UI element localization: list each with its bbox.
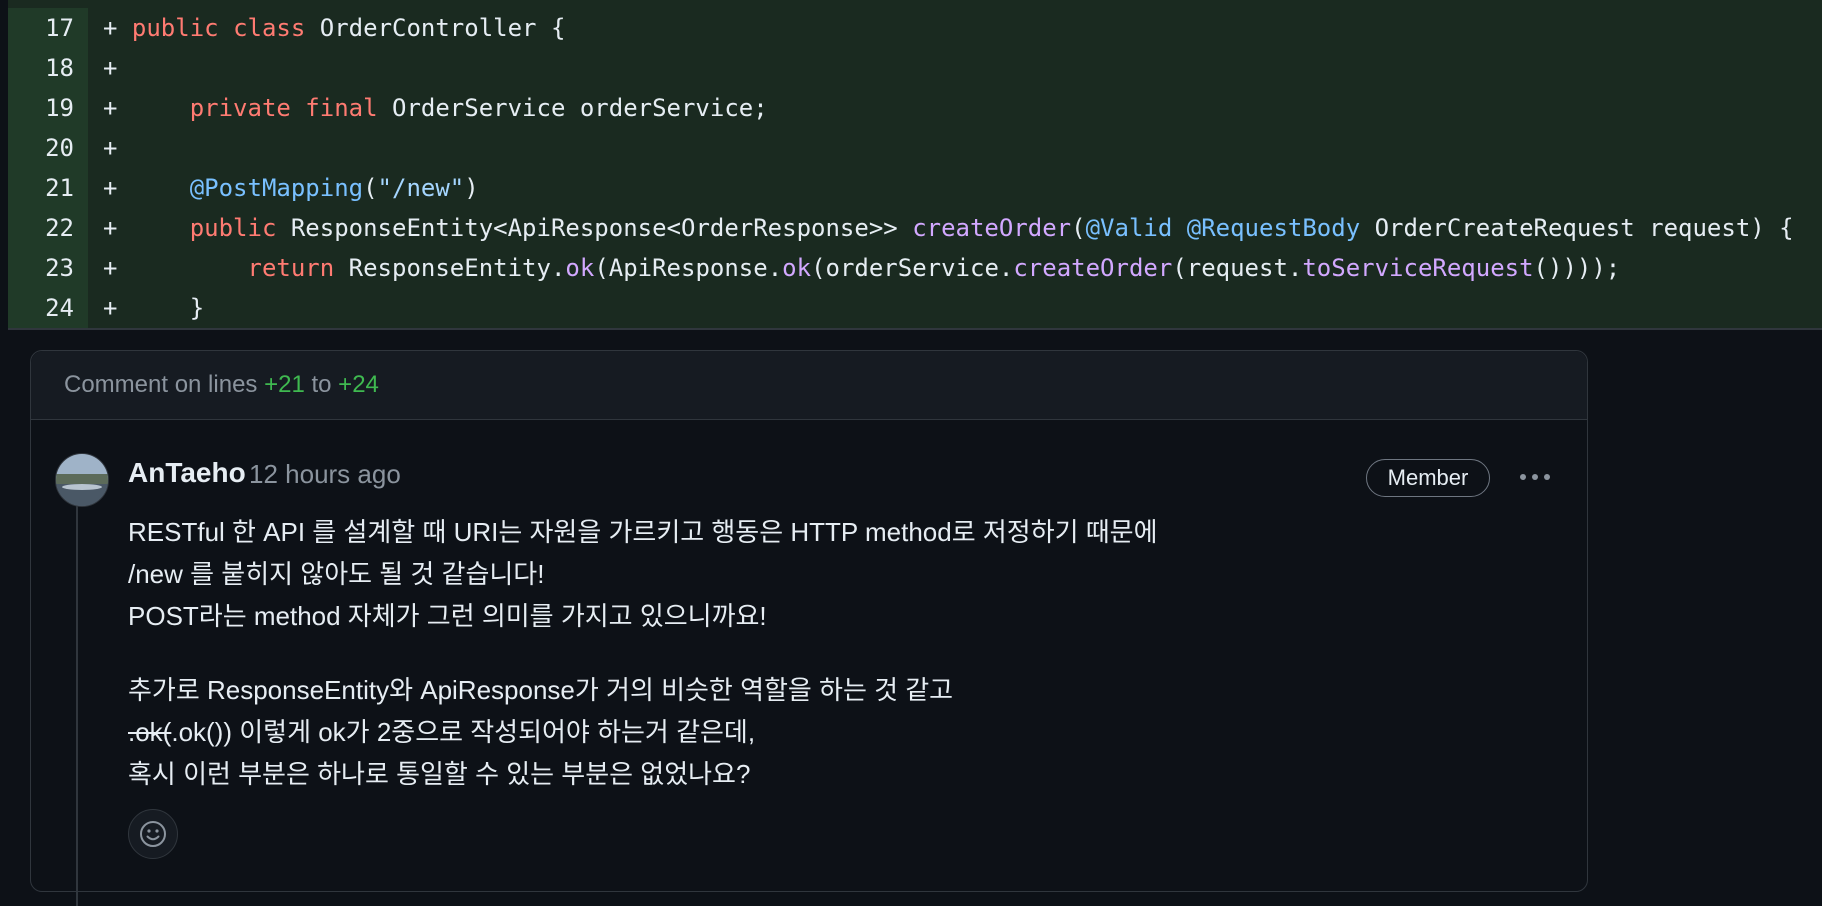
diff-line: 22 + public ResponseEntity<ApiResponse<Or… (8, 208, 1822, 248)
code-line: + @PostMapping("/new") (103, 168, 479, 208)
code-line: + public ResponseEntity<ApiResponse<Orde… (103, 208, 1794, 248)
code-token: toServiceRequest (1302, 254, 1534, 282)
strikethrough-text: .ok( (128, 717, 172, 747)
more-dot (1544, 474, 1550, 480)
code-token: @PostMapping (189, 174, 364, 202)
line-number[interactable]: 18 (8, 48, 88, 88)
timeline-line (76, 486, 78, 906)
smiley-icon[interactable] (128, 809, 178, 859)
code-token: ( (1071, 214, 1086, 242)
code-token: private (189, 94, 306, 122)
more-dot (1520, 474, 1526, 480)
code-token: @RequestBody (1186, 214, 1375, 242)
comment-line: RESTful 한 API 를 설계할 때 URI는 자원을 가르키고 행동은 … (128, 517, 1158, 547)
comment-paragraph: RESTful 한 API 를 설계할 때 URI는 자원을 가르키고 행동은 … (128, 511, 1528, 637)
diff-line: 18 + (8, 48, 1822, 88)
more-dot (1532, 474, 1538, 480)
code-token: (request. (1172, 254, 1303, 282)
line-number[interactable]: 20 (8, 128, 88, 168)
kebab-horizontal-icon[interactable] (1511, 459, 1559, 495)
diff-marker: + (103, 214, 118, 242)
code-token: createOrder (1013, 254, 1173, 282)
code-token: ok (782, 254, 812, 282)
code-line: + return ResponseEntity.ok(ApiResponse.o… (103, 248, 1620, 288)
code-line: + } (103, 288, 204, 328)
diff-marker: + (103, 294, 118, 322)
code-line: + (103, 48, 132, 88)
code-token: ResponseEntity. (348, 254, 566, 282)
line-range-start[interactable]: +21 (264, 371, 305, 398)
comment-timestamp[interactable]: 12 hours ago (249, 459, 401, 490)
line-range-end[interactable]: +24 (338, 371, 379, 398)
diff-edge (0, 0, 8, 330)
comment-line: POST라는 method 자체가 그런 의미를 가지고 있으니까요! (128, 601, 767, 631)
code-token: ) (464, 174, 479, 202)
member-badge: Member (1366, 459, 1490, 497)
comment-author[interactable]: AnTaeho (128, 457, 246, 489)
diff-view: 17 + public class OrderController { 18 + 19… (0, 0, 1822, 330)
code-token: public (189, 214, 291, 242)
diff-marker: + (103, 254, 118, 282)
code-token: } (131, 294, 205, 322)
code-token: ()))); (1533, 254, 1621, 282)
code-line: + public class OrderController { (103, 8, 565, 48)
code-token: ok (565, 254, 595, 282)
comment-paragraph: 추가로 ResponseEntity와 ApiResponse가 거의 비슷한 … (128, 669, 1528, 795)
comment-line: /new 를 붙히지 않아도 될 것 같습니다! (128, 559, 545, 589)
code-line: + (103, 128, 132, 168)
diff-marker: + (103, 14, 118, 42)
code-token: @Valid (1085, 214, 1187, 242)
line-number[interactable]: 22 (8, 208, 88, 248)
diff-marker: + (103, 134, 118, 162)
code-line: + private final OrderService orderServic… (103, 88, 768, 128)
line-number[interactable]: 24 (8, 288, 88, 328)
line-range-separator: to (304, 371, 339, 398)
code-token: (orderService. (811, 254, 1014, 282)
comment-line: .ok()) 이렇게 ok가 2중으로 작성되어야 하는거 같은데, (171, 717, 756, 747)
diff-line: 21 + @PostMapping("/new") (8, 168, 1822, 208)
code-token: OrderController { (319, 14, 566, 42)
comment-line: 추가로 ResponseEntity와 ApiResponse가 거의 비슷한 … (128, 675, 954, 705)
code-token: OrderService orderService; (392, 94, 768, 122)
code-token: public (131, 14, 234, 42)
code-token: final (305, 94, 392, 122)
avatar[interactable] (55, 453, 109, 507)
diff-line: 20 + (8, 128, 1822, 168)
diff-line: 19 + private final OrderService orderServ… (8, 88, 1822, 128)
review-thread: Comment on lines +21 to +24 AnTaeho 12 h… (30, 350, 1588, 906)
code-token: ResponseEntity<ApiResponse<OrderResponse… (290, 214, 913, 242)
comment-line: 혹시 이런 부분은 하나로 통일할 수 있는 부분은 없었나요? (128, 759, 751, 789)
diff-marker: + (103, 54, 118, 82)
thread-header: Comment on lines +21 to +24 (31, 351, 1587, 420)
line-number[interactable]: 21 (8, 168, 88, 208)
code-token: return (247, 254, 349, 282)
diff-line: 23 + return ResponseEntity.ok(ApiResponse… (8, 248, 1822, 288)
code-token: ( (363, 174, 378, 202)
left-rail (0, 330, 8, 868)
comment-body: RESTful 한 API 를 설계할 때 URI는 자원을 가르키고 행동은 … (128, 511, 1528, 795)
line-number[interactable]: 23 (8, 248, 88, 288)
code-token: OrderCreateRequest request) { (1374, 214, 1794, 242)
thread-header-label: Comment on lines (64, 371, 265, 398)
code-token: (ApiResponse. (594, 254, 783, 282)
diff-marker: + (103, 174, 118, 202)
diff-line: 17 + public class OrderController { (8, 8, 1822, 48)
code-token: createOrder (912, 214, 1072, 242)
line-number[interactable]: 17 (8, 8, 88, 48)
diff-marker: + (103, 94, 118, 122)
diff-line: 24 + } (8, 288, 1822, 328)
diff-divider (8, 328, 1822, 330)
code-token: "/new" (377, 174, 465, 202)
code-token: class (233, 14, 320, 42)
line-number[interactable]: 19 (8, 88, 88, 128)
thread-header-text: Comment on lines +21 to +24 (64, 371, 379, 399)
